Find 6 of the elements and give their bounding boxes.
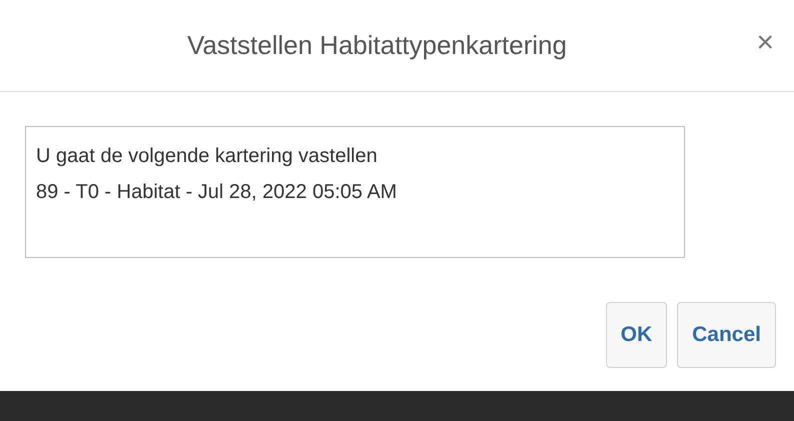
close-button[interactable]: × <box>752 28 778 58</box>
cancel-button[interactable]: Cancel <box>677 302 776 368</box>
message-text: 89 - T0 - Habitat - Jul 28, 2022 05:05 AM <box>36 180 398 205</box>
dialog-title: Vaststellen Habitattypenkartering <box>187 29 567 62</box>
message-text: U gaat de volgende kartering vastellen <box>36 144 378 169</box>
ok-button[interactable]: OK <box>606 302 668 368</box>
